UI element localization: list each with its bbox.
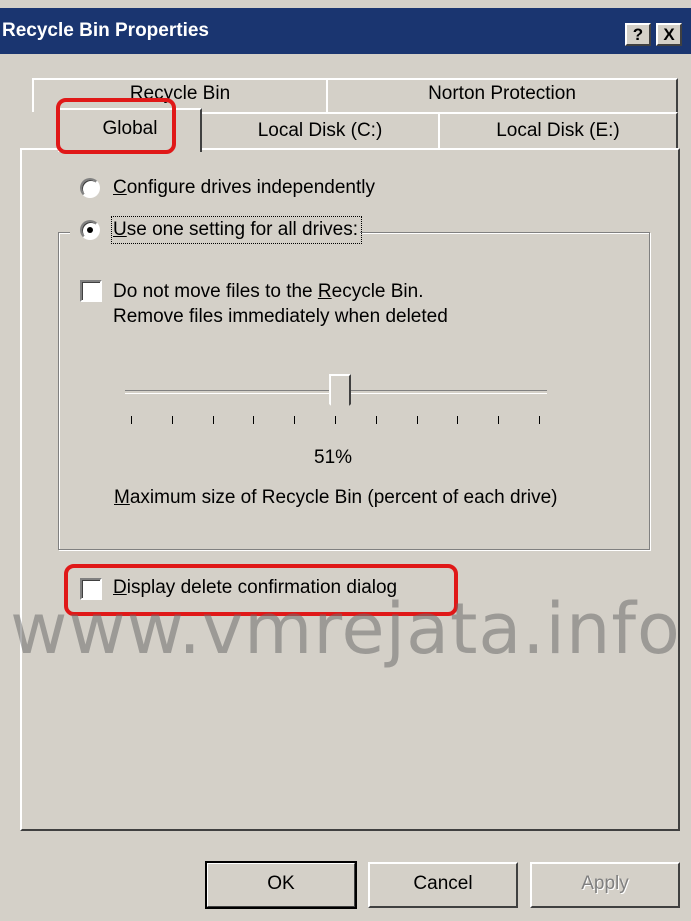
slider-tick — [539, 416, 540, 424]
slider-tick — [416, 416, 418, 424]
cancel-button[interactable]: Cancel — [368, 862, 518, 908]
close-button[interactable]: X — [656, 23, 682, 46]
tab-local-disk-c[interactable]: Local Disk (C:) — [200, 112, 440, 148]
use-one-setting-label[interactable]: Use one setting for all drives: — [110, 216, 363, 244]
ok-button[interactable]: OK — [205, 861, 357, 909]
slider-tick — [171, 416, 173, 424]
help-button[interactable]: ? — [625, 23, 651, 46]
do-not-move-label-line1[interactable]: Do not move files to the Recycle Bin. — [113, 280, 424, 304]
slider-tick — [335, 416, 336, 424]
slider-tick — [498, 416, 500, 424]
slider-tick — [294, 416, 296, 424]
configure-independently-radio[interactable] — [80, 178, 100, 198]
slider-tick — [253, 416, 255, 424]
watermark: www.vmrejata.info — [10, 588, 681, 670]
apply-button[interactable]: Apply — [530, 862, 680, 908]
slider-tick — [212, 416, 214, 424]
window-title: Recycle Bin Properties — [2, 20, 209, 41]
configure-independently-label[interactable]: Configure drives independently — [113, 176, 375, 200]
slider-tick — [457, 416, 459, 424]
global-tab-highlight — [56, 98, 176, 154]
do-not-move-label-line2[interactable]: Remove files immediately when deleted — [113, 305, 448, 329]
slider-caption: Maximum size of Recycle Bin (percent of … — [114, 487, 558, 508]
slider-tick — [375, 416, 377, 424]
slider-tick — [131, 416, 132, 424]
recycle-bin-properties-dialog: Recycle Bin Properties ? X Recycle Bin N… — [0, 0, 691, 921]
tab-local-disk-e[interactable]: Local Disk (E:) — [438, 112, 678, 148]
slider-value-label: 51% — [314, 447, 353, 468]
do-not-move-checkbox[interactable] — [80, 280, 102, 302]
use-one-setting-radio[interactable] — [80, 220, 100, 240]
title-bar[interactable]: Recycle Bin Properties ? X — [0, 8, 691, 54]
tab-norton-protection[interactable]: Norton Protection — [326, 78, 678, 112]
